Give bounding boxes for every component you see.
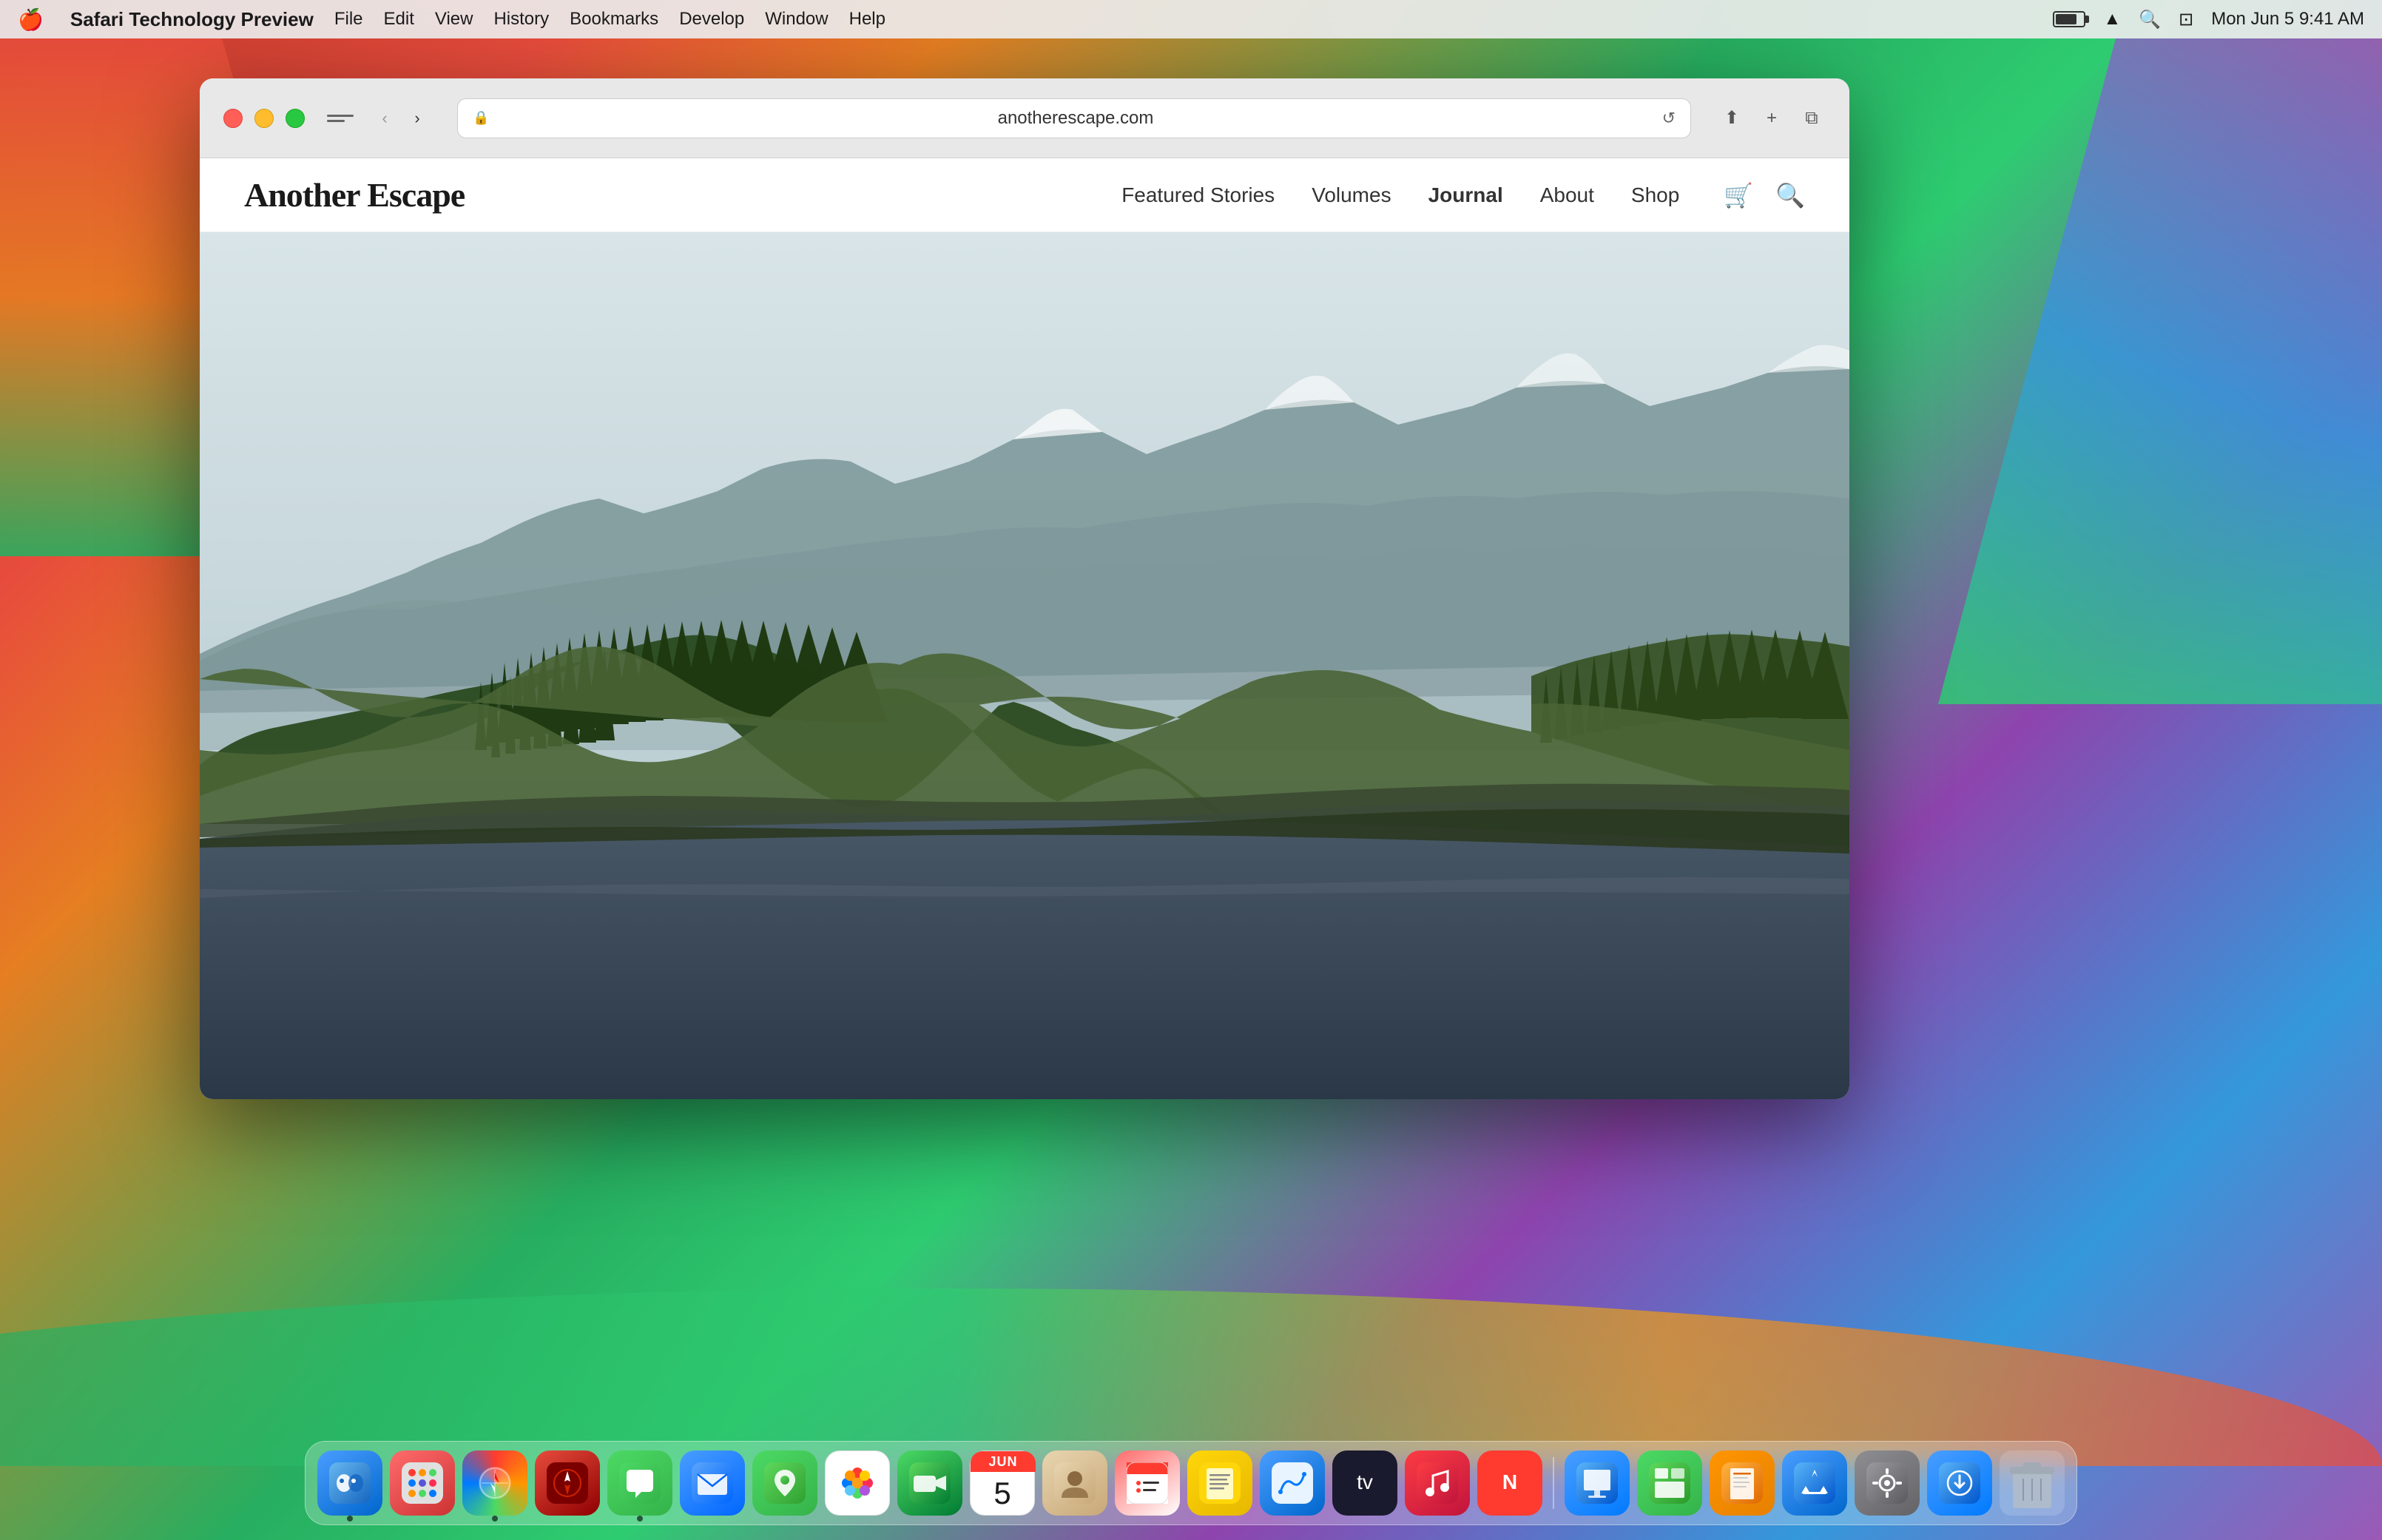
search-menubar-icon[interactable]: 🔍	[2139, 9, 2161, 30]
menubar-window[interactable]: Window	[765, 9, 828, 30]
dock-item-safari[interactable]	[462, 1450, 527, 1516]
sidebar-toggle-button[interactable]	[327, 109, 354, 128]
menubar-app-name[interactable]: Safari Technology Preview	[70, 8, 314, 31]
menubar-develop[interactable]: Develop	[679, 9, 744, 30]
calendar-month: JUN	[971, 1451, 1036, 1472]
battery-icon	[2053, 11, 2085, 27]
browser-actions: ⬆ + ⧉	[1718, 104, 1826, 132]
menubar-help[interactable]: Help	[849, 9, 885, 30]
menubar-edit[interactable]: Edit	[384, 9, 414, 30]
dock-item-calendar[interactable]: JUN 5	[970, 1450, 1035, 1516]
site-nav-links: Featured Stories Volumes Journal About S…	[1121, 183, 1679, 207]
svg-text:tv: tv	[1357, 1470, 1373, 1493]
browser-chrome: ‹ › 🔒 anotherescape.com ↺ ⬆ + ⧉	[200, 78, 1849, 158]
new-tab-button[interactable]: +	[1758, 104, 1786, 132]
dock-item-system-preferences[interactable]	[1855, 1450, 1920, 1516]
dock-item-pages[interactable]	[1710, 1450, 1775, 1516]
apple-logo[interactable]: 🍎	[18, 7, 44, 32]
dock-item-notes[interactable]	[1187, 1450, 1252, 1516]
nav-featured-stories[interactable]: Featured Stories	[1121, 183, 1275, 207]
dock-item-airdrop[interactable]	[1927, 1450, 1992, 1516]
bg-decoration-2	[1938, 38, 2382, 704]
dock-item-mail[interactable]	[680, 1450, 745, 1516]
dock-item-compass[interactable]	[535, 1450, 600, 1516]
dock-item-trash[interactable]	[2000, 1450, 2065, 1516]
site-nav-actions: 🛒 🔍	[1724, 181, 1805, 209]
dock-item-appstore[interactable]	[1782, 1450, 1847, 1516]
hero-section	[200, 232, 1849, 1099]
control-center-icon[interactable]: ⊡	[2179, 9, 2193, 30]
address-bar[interactable]: 🔒 anotherescape.com ↺	[457, 98, 1691, 138]
nav-journal[interactable]: Journal	[1428, 183, 1503, 207]
dock-item-numbers[interactable]	[1637, 1450, 1702, 1516]
dock-item-keynote[interactable]	[1565, 1450, 1630, 1516]
minimize-button[interactable]	[254, 109, 274, 128]
browser-toolbar: ‹ › 🔒 anotherescape.com ↺ ⬆ + ⧉	[200, 78, 1849, 158]
nav-buttons: ‹ ›	[371, 105, 431, 132]
browser-window: ‹ › 🔒 anotherescape.com ↺ ⬆ + ⧉ Another …	[200, 78, 1849, 1099]
svg-text:N: N	[1502, 1470, 1517, 1493]
lock-icon: 🔒	[473, 110, 489, 126]
dock-item-photos[interactable]	[825, 1450, 890, 1516]
menubar: 🍎 Safari Technology Preview File Edit Vi…	[0, 0, 2382, 38]
reload-button[interactable]: ↺	[1662, 109, 1676, 128]
dock-item-maps[interactable]	[752, 1450, 817, 1516]
dock-item-launchpad[interactable]	[390, 1450, 455, 1516]
site-nav: Another Escape Featured Stories Volumes …	[200, 158, 1849, 232]
back-button[interactable]: ‹	[371, 105, 398, 132]
dock-item-appletv[interactable]: tv	[1332, 1450, 1397, 1516]
dock-item-freeform[interactable]	[1260, 1450, 1325, 1516]
menubar-history[interactable]: History	[493, 9, 549, 30]
menubar-clock: Mon Jun 5 9:41 AM	[2211, 9, 2364, 30]
menubar-bookmarks[interactable]: Bookmarks	[570, 9, 658, 30]
maximize-button[interactable]	[286, 109, 305, 128]
dock-item-reminders[interactable]	[1115, 1450, 1180, 1516]
website-content: Another Escape Featured Stories Volumes …	[200, 158, 1849, 1099]
hero-landscape	[200, 232, 1849, 1099]
dock: JUN 5	[305, 1441, 2077, 1525]
bg-decoration-3	[0, 1170, 2382, 1466]
url-text[interactable]: anotherescape.com	[498, 108, 1653, 129]
cart-icon[interactable]: 🛒	[1724, 181, 1753, 209]
menubar-right: ▲ 🔍 ⊡ Mon Jun 5 9:41 AM	[2053, 9, 2364, 30]
menubar-file[interactable]: File	[334, 9, 363, 30]
nav-shop[interactable]: Shop	[1631, 183, 1679, 207]
wifi-icon: ▲	[2103, 9, 2121, 30]
menubar-view[interactable]: View	[435, 9, 473, 30]
forward-button[interactable]: ›	[404, 105, 431, 132]
close-button[interactable]	[223, 109, 243, 128]
menubar-left: 🍎 Safari Technology Preview File Edit Vi…	[18, 7, 885, 32]
search-icon[interactable]: 🔍	[1775, 181, 1805, 209]
dock-item-facetime[interactable]	[897, 1450, 962, 1516]
dock-item-news[interactable]: N	[1477, 1450, 1542, 1516]
share-button[interactable]: ⬆	[1718, 104, 1746, 132]
dock-separator	[1553, 1457, 1554, 1509]
dock-item-finder[interactable]	[317, 1450, 382, 1516]
traffic-lights	[223, 109, 305, 128]
nav-about[interactable]: About	[1540, 183, 1594, 207]
calendar-day: 5	[993, 1478, 1011, 1509]
dock-item-messages[interactable]	[607, 1450, 672, 1516]
dock-item-contacts[interactable]	[1042, 1450, 1107, 1516]
site-logo[interactable]: Another Escape	[244, 175, 465, 215]
nav-volumes[interactable]: Volumes	[1312, 183, 1391, 207]
tabs-button[interactable]: ⧉	[1798, 104, 1826, 132]
dock-item-music[interactable]	[1405, 1450, 1470, 1516]
